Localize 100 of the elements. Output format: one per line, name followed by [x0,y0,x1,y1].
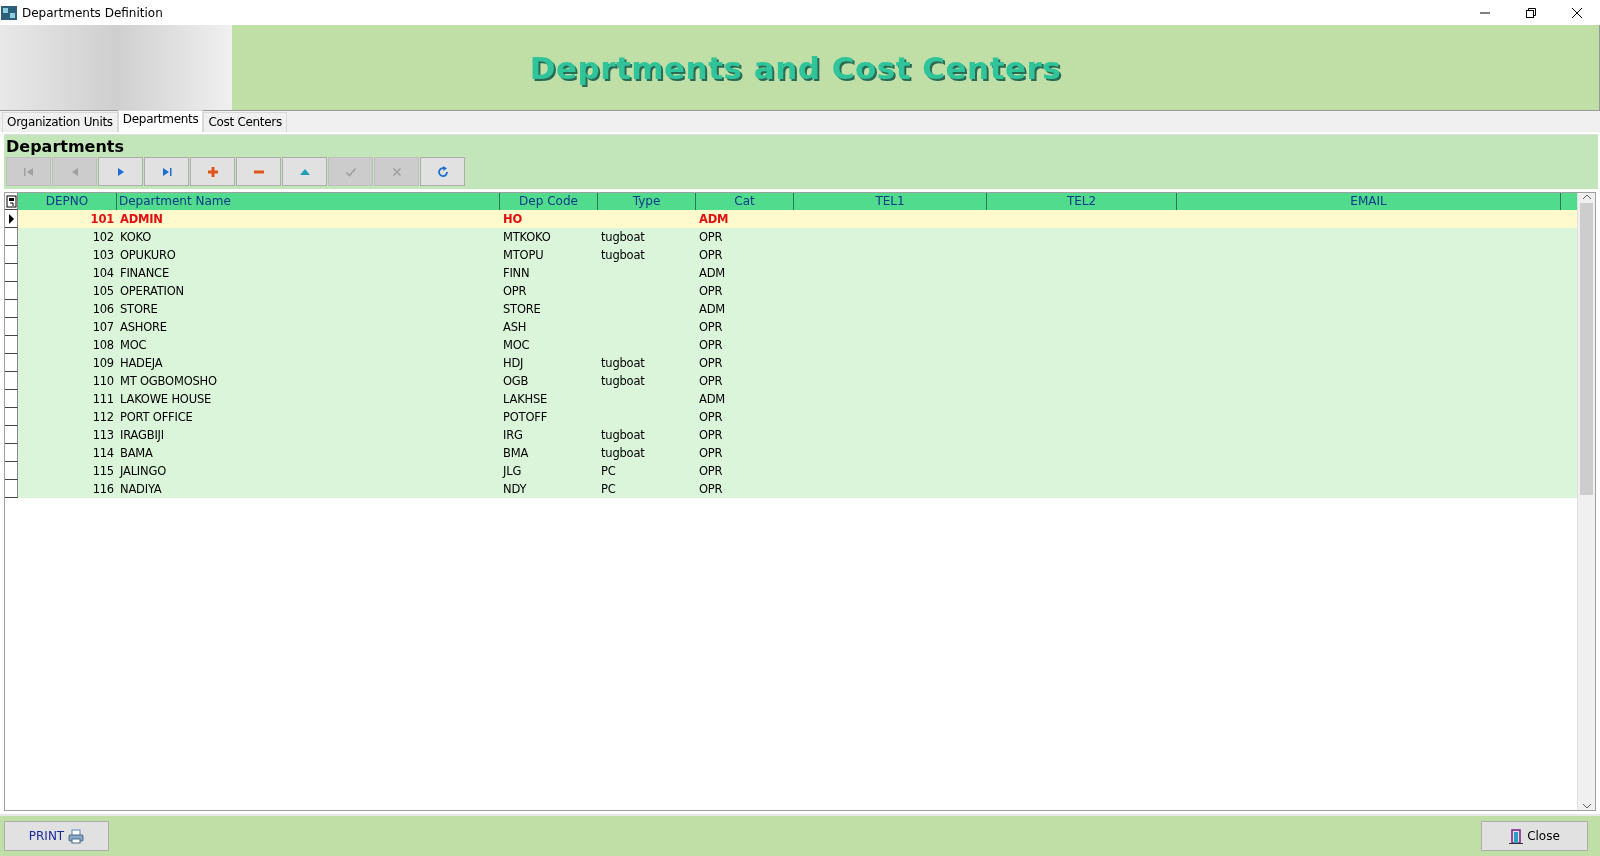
navigator-button[interactable] [190,157,235,186]
tab[interactable]: Organization Units [2,112,118,132]
table-cell-text: OPR [698,229,724,246]
table-row[interactable]: 102 KOKO MTKOKO tugboat OPR [5,228,1577,246]
table-row[interactable]: 103 OPUKURO MTOPU tugboat OPR [5,246,1577,264]
table-cell-text: tugboat [600,247,646,264]
scroll-down-icon [1581,802,1592,810]
table-cell-text: tugboat [600,373,646,390]
table-row[interactable]: 104 FINANCE FINN ADM [5,264,1577,282]
table-row[interactable]: 113 IRAGBIJI IRG tugboat OPR [5,426,1577,444]
table-cell-text: OPR [698,247,724,264]
banner-title: Deprtments and Cost Centers [529,49,1062,86]
table-cell-text: STORE [502,301,542,318]
table-cell-text: OPR [698,319,724,336]
table-cell-text: LAKHSE [502,391,549,408]
row-indicator[interactable] [5,264,18,282]
table-cell-text: 109 [91,355,115,372]
table-cell-text: OPR [698,445,724,462]
table-cell-text: HDJ [502,355,525,372]
row-indicator[interactable] [5,426,18,444]
table-cell-text: OPR [698,283,724,300]
table-cell-text: 104 [91,265,115,282]
table-cell-text: OPERATION [119,283,186,300]
table-cell-text: ADMIN [119,211,164,228]
table-cell-text: BMA [502,445,530,462]
table-cell-text: POTOFF [502,409,549,426]
table-cell-text: 107 [91,319,115,336]
table-cell-text: 115 [91,463,115,480]
table-row[interactable]: 110 MT OGBOMOSHO OGB tugboat OPR [5,372,1577,390]
table-cell-text: OPR [698,427,724,444]
table-cell-text: 101 [89,211,115,228]
table-row[interactable]: 109 HADEJA HDJ tugboat OPR [5,354,1577,372]
row-indicator[interactable] [5,390,18,408]
table-row[interactable]: 105 OPERATION OPR OPR [5,282,1577,300]
table-cell-text: 105 [91,283,115,300]
table-cell-text: 110 [91,373,115,390]
printer-icon [68,828,85,844]
row-indicator[interactable] [5,354,18,372]
table-cell-text: 113 [91,427,115,444]
table-cell-text: OGB [502,373,530,390]
row-indicator[interactable] [5,336,18,354]
table-row[interactable]: 116 NADIYA NDY PC OPR [5,480,1577,498]
row-indicator[interactable] [5,408,18,426]
tab[interactable]: Cost Centers [203,112,287,132]
table-cell-text: PORT OFFICE [119,409,194,426]
table-cell-text: HADEJA [119,355,164,372]
navigator-button[interactable] [420,157,465,186]
row-indicator[interactable] [5,246,18,264]
table-cell-text: JLG [501,463,523,480]
table-cell-text: OPUKURO [119,247,177,264]
table-cell-text: OPR [698,337,724,354]
table-row[interactable]: 111 LAKOWE HOUSE LAKHSE ADM [5,390,1577,408]
table-cell-text: 106 [91,301,115,318]
table-cell-text: ADM [698,391,727,408]
row-indicator[interactable] [5,300,18,318]
table-row[interactable]: 115 JALINGO JLG PC OPR [5,462,1577,480]
navigator-button[interactable] [144,157,189,186]
table-cell-text: OPR [698,481,724,498]
table-row[interactable]: 106 STORE STORE ADM [5,300,1577,318]
table-cell-text: HO [502,211,523,228]
table-cell-text: 111 [91,391,115,408]
row-indicator[interactable] [5,480,18,498]
row-indicator[interactable] [5,228,18,246]
vertical-scrollbar[interactable] [1577,193,1595,810]
row-indicator[interactable] [5,444,18,462]
table-cell-text: FINN [502,265,531,282]
table-row[interactable]: 101 ADMIN HO ADM [5,210,1577,228]
row-indicator[interactable] [5,372,18,390]
table-row[interactable]: 107 ASHORE ASH OPR [5,318,1577,336]
app-icon [0,3,18,22]
row-indicator[interactable] [5,462,18,480]
print-button[interactable]: PRINT [4,821,109,851]
table-cell-text: MTOPU [502,247,545,264]
row-indicator[interactable] [5,282,18,300]
close-button[interactable]: Close [1481,821,1588,851]
table-cell-text: ADM [698,265,727,282]
refresh-icon [435,164,450,179]
table-cell-text: OPR [698,463,724,480]
row-indicator[interactable] [5,318,18,336]
table-row[interactable]: 108 MOC MOC OPR [5,336,1577,354]
table-cell-text: tugboat [600,427,646,444]
table-cell-text: tugboat [600,445,646,462]
table-cell-text: KOKO [119,229,153,246]
table-row[interactable]: 114 BAMA BMA tugboat OPR [5,444,1577,462]
table-cell-text: MOC [119,337,148,354]
table-cell-text: 103 [91,247,115,264]
table-cell-text: BAMA [119,445,154,462]
row-pointer-icon [7,213,15,224]
table-cell-text: PC [600,463,617,480]
tab[interactable]: Departments [117,110,204,132]
table-cell-text: STORE [119,301,159,318]
table-cell-text: LAKOWE HOUSE [119,391,213,408]
row-indicator[interactable] [5,210,18,228]
table-cell-text: NADIYA [119,481,163,498]
table-cell-text: PC [600,481,617,498]
table-row[interactable]: 112 PORT OFFICE POTOFF OPR [5,408,1577,426]
scroll-up-icon [1581,193,1592,201]
table-cell-text: ADM [698,301,727,318]
table-cell-text: ASH [502,319,528,336]
panel-title: Departments [6,137,125,156]
